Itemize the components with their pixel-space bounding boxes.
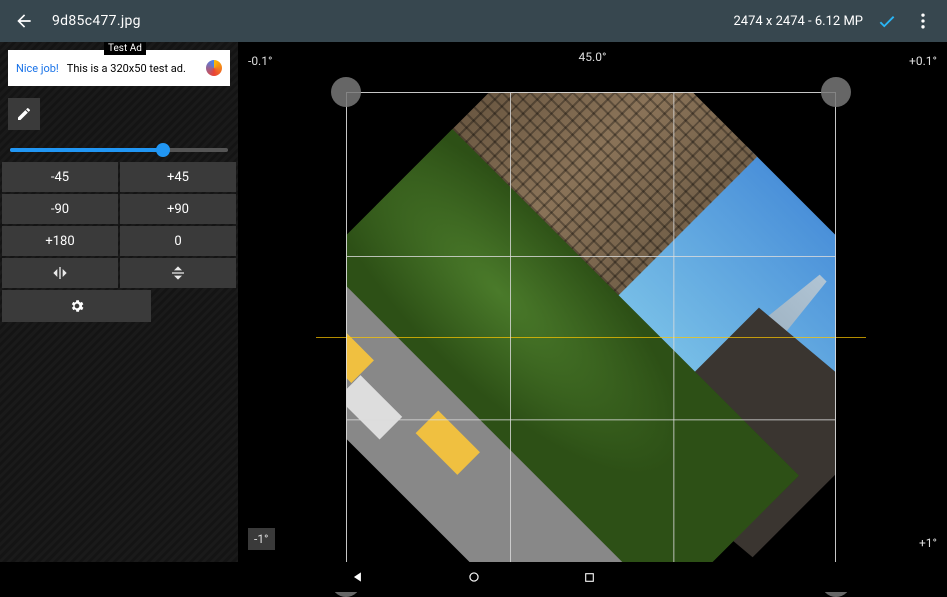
ad-label: Test Ad [104,42,146,55]
android-navbar [0,562,947,592]
back-button[interactable] [12,9,36,33]
angle-step-pos-large[interactable]: +1° [919,536,937,550]
nav-home-button[interactable] [466,569,482,585]
file-title: 9d85c477.jpg [52,13,141,29]
settings-button[interactable] [2,290,151,322]
flip-horizontal-button[interactable] [2,258,118,288]
triangle-left-icon [351,570,365,584]
nav-recent-button[interactable] [582,569,598,585]
overflow-menu-button[interactable] [911,9,935,33]
pencil-icon [16,106,32,122]
ad-text: This is a 320x50 test ad. [67,62,186,75]
crop-handle-tl[interactable] [331,77,361,107]
gear-icon [69,298,85,314]
flip-vertical-button[interactable] [120,258,236,288]
confirm-button[interactable] [875,9,899,33]
nav-back-button[interactable] [350,569,366,585]
image-dimensions: 2474 x 2474 - 6.12 MP [733,14,863,29]
angle-step-pos-small[interactable]: +0.1° [909,54,937,68]
angle-step-neg-small[interactable]: -0.1° [248,54,272,68]
ad-provider-icon [206,60,222,76]
rotate-pos45-button[interactable]: +45 [120,162,236,192]
crop-frame[interactable] [346,92,836,582]
canvas[interactable]: -0.1° 45.0° +0.1° -1° +1° [238,42,947,562]
flip-horizontal-icon [52,265,68,281]
sidebar: Nice job! This is a 320x50 test ad. Test… [0,42,238,562]
rotate-neg90-button[interactable]: -90 [2,194,118,224]
current-angle: 45.0° [579,50,607,64]
rotate-neg45-button[interactable]: -45 [2,162,118,192]
ad-banner[interactable]: Nice job! This is a 320x50 test ad. Test… [8,50,230,86]
edit-button[interactable] [8,98,40,130]
rotate-pos180-button[interactable]: +180 [2,226,118,256]
more-vert-icon [913,11,933,31]
slider-thumb[interactable] [156,143,170,157]
ad-headline: Nice job! [16,62,59,75]
slider-fill [10,148,163,152]
rotation-slider[interactable] [10,148,228,152]
arrow-back-icon [14,11,34,31]
rotate-pos90-button[interactable]: +90 [120,194,236,224]
square-icon [583,571,596,584]
rotate-zero-button[interactable]: 0 [120,226,236,256]
flip-vertical-icon [170,265,186,281]
circle-icon [467,570,481,584]
crop-handle-tr[interactable] [821,77,851,107]
check-icon [876,10,898,32]
angle-step-neg-large[interactable]: -1° [248,528,275,550]
horizon-guide [316,337,866,338]
